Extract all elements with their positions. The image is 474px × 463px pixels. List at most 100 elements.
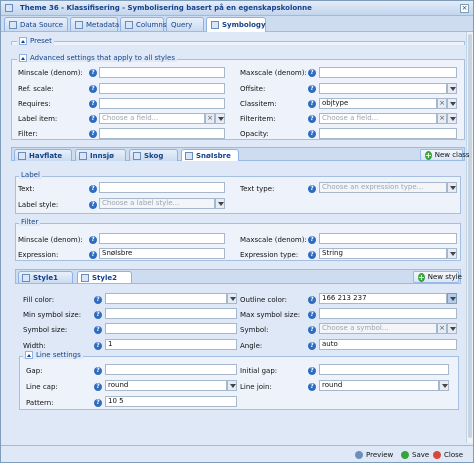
help-icon[interactable]: ? (308, 342, 316, 350)
scroll-thumb[interactable] (468, 34, 472, 438)
help-icon[interactable]: ? (308, 251, 316, 259)
tab-query[interactable]: Query (166, 17, 204, 31)
help-icon[interactable]: ? (308, 383, 316, 391)
clear-icon[interactable]: × (437, 323, 447, 334)
outline-color-picker-icon[interactable] (447, 293, 457, 304)
help-icon[interactable]: ? (89, 69, 97, 77)
labelitem-dropdown-icon[interactable] (215, 113, 225, 124)
new-style-button[interactable]: + New style (413, 271, 462, 283)
help-icon[interactable]: ? (89, 115, 97, 123)
style-tab-style2[interactable]: Style2 (77, 271, 132, 283)
symbol-size-input[interactable] (105, 323, 237, 334)
labelitem-select[interactable]: Choose a field... (99, 113, 205, 124)
requires-input[interactable] (99, 98, 225, 109)
outline-color-input[interactable]: 166 213 237 (319, 293, 447, 304)
help-icon[interactable]: ? (94, 296, 102, 304)
tab-metadata[interactable]: Metadata (70, 17, 119, 31)
help-icon[interactable]: ? (89, 85, 97, 93)
help-icon[interactable]: ? (89, 201, 97, 209)
help-icon[interactable]: ? (94, 311, 102, 319)
close-button[interactable]: Close (433, 449, 463, 461)
text-type-select[interactable]: Choose an expression type... (319, 182, 447, 193)
filter-maxscale-input[interactable] (319, 233, 457, 244)
tab-columns[interactable]: Columns (120, 17, 166, 31)
help-icon[interactable]: ? (308, 326, 316, 334)
title-bar[interactable]: Theme 36 - Klassifisering - Symboliserin… (1, 1, 473, 16)
line-join-dropdown-icon[interactable] (439, 380, 449, 391)
help-icon[interactable]: ? (308, 236, 316, 244)
close-icon[interactable]: × (460, 4, 469, 13)
vertical-scrollbar[interactable] (466, 32, 473, 443)
fill-color-input[interactable] (105, 293, 227, 304)
min-symbol-size-input[interactable] (105, 308, 237, 319)
text-input[interactable] (99, 182, 225, 193)
help-icon[interactable]: ? (89, 100, 97, 108)
help-icon[interactable]: ? (308, 115, 316, 123)
initial-gap-input[interactable] (319, 364, 449, 375)
classitem-select[interactable]: objtype (319, 98, 437, 109)
save-button[interactable]: Save (401, 449, 429, 461)
filteritem-select[interactable]: Choose a field... (319, 113, 437, 124)
advanced-legend[interactable]: Advanced settings that apply to all styl… (17, 54, 177, 62)
pattern-input[interactable]: 10 5 (105, 396, 237, 407)
help-icon[interactable]: ? (308, 296, 316, 304)
help-icon[interactable]: ? (308, 185, 316, 193)
help-icon[interactable]: ? (89, 130, 97, 138)
opacity-input[interactable] (319, 128, 457, 139)
tab-symbology[interactable]: Symbology (206, 17, 266, 32)
class-tab-havflate[interactable]: Havflate (14, 149, 72, 161)
style-tab-style1[interactable]: Style1 (18, 271, 73, 283)
expression-input[interactable]: SnøIsbre (99, 248, 225, 259)
help-icon[interactable]: ? (89, 236, 97, 244)
filter-minscale-input[interactable] (99, 233, 225, 244)
tab-data-source[interactable]: Data Source (4, 17, 68, 31)
symbol-dropdown-icon[interactable] (447, 323, 457, 334)
filter-input[interactable] (99, 128, 225, 139)
help-icon[interactable]: ? (94, 342, 102, 350)
expression-type-select[interactable]: String (319, 248, 447, 259)
collapse-icon[interactable] (19, 37, 27, 45)
help-icon[interactable]: ? (308, 69, 316, 77)
angle-input[interactable]: auto (319, 339, 457, 350)
help-icon[interactable]: ? (308, 367, 316, 375)
refscale-input[interactable] (99, 83, 225, 94)
help-icon[interactable]: ? (94, 383, 102, 391)
new-class-button[interactable]: + New class (420, 149, 470, 161)
label-style-dropdown-icon[interactable] (215, 198, 225, 209)
clear-icon[interactable]: × (437, 113, 447, 124)
classitem-dropdown-icon[interactable] (447, 98, 457, 109)
offsite-dropdown-icon[interactable] (447, 83, 457, 94)
minscale-input[interactable] (99, 67, 225, 78)
expression-type-dropdown-icon[interactable] (447, 248, 457, 259)
line-cap-select[interactable]: round (105, 380, 227, 391)
offsite-input[interactable] (319, 83, 447, 94)
collapse-icon[interactable] (19, 54, 27, 62)
help-icon[interactable]: ? (308, 85, 316, 93)
symbol-select[interactable]: Choose a symbol... (319, 323, 437, 334)
filteritem-dropdown-icon[interactable] (447, 113, 457, 124)
class-tab-skog[interactable]: Skog (129, 149, 178, 161)
help-icon[interactable]: ? (94, 399, 102, 407)
text-type-dropdown-icon[interactable] (447, 182, 457, 193)
help-icon[interactable]: ? (94, 367, 102, 375)
class-tab-innsjo[interactable]: Innsjø (75, 149, 126, 161)
label-style-select[interactable]: Choose a label style... (99, 198, 215, 209)
help-icon[interactable]: ? (94, 326, 102, 334)
clear-icon[interactable]: × (437, 98, 447, 109)
gap-input[interactable] (105, 364, 237, 375)
help-icon[interactable]: ? (308, 130, 316, 138)
preview-button[interactable]: Preview (355, 449, 393, 461)
help-icon[interactable]: ? (89, 251, 97, 259)
help-icon[interactable]: ? (89, 185, 97, 193)
fill-color-picker-icon[interactable] (227, 293, 237, 304)
maxscale-input[interactable] (319, 67, 457, 78)
max-symbol-size-input[interactable] (319, 308, 457, 319)
line-cap-dropdown-icon[interactable] (227, 380, 237, 391)
width-input[interactable]: 1 (105, 339, 237, 350)
class-tab-snoisbre[interactable]: SnøIsbre (181, 149, 239, 161)
help-icon[interactable]: ? (308, 100, 316, 108)
collapse-icon[interactable] (25, 351, 33, 359)
clear-icon[interactable]: × (205, 113, 215, 124)
help-icon[interactable]: ? (308, 311, 316, 319)
preset-legend[interactable]: Preset (17, 37, 54, 45)
